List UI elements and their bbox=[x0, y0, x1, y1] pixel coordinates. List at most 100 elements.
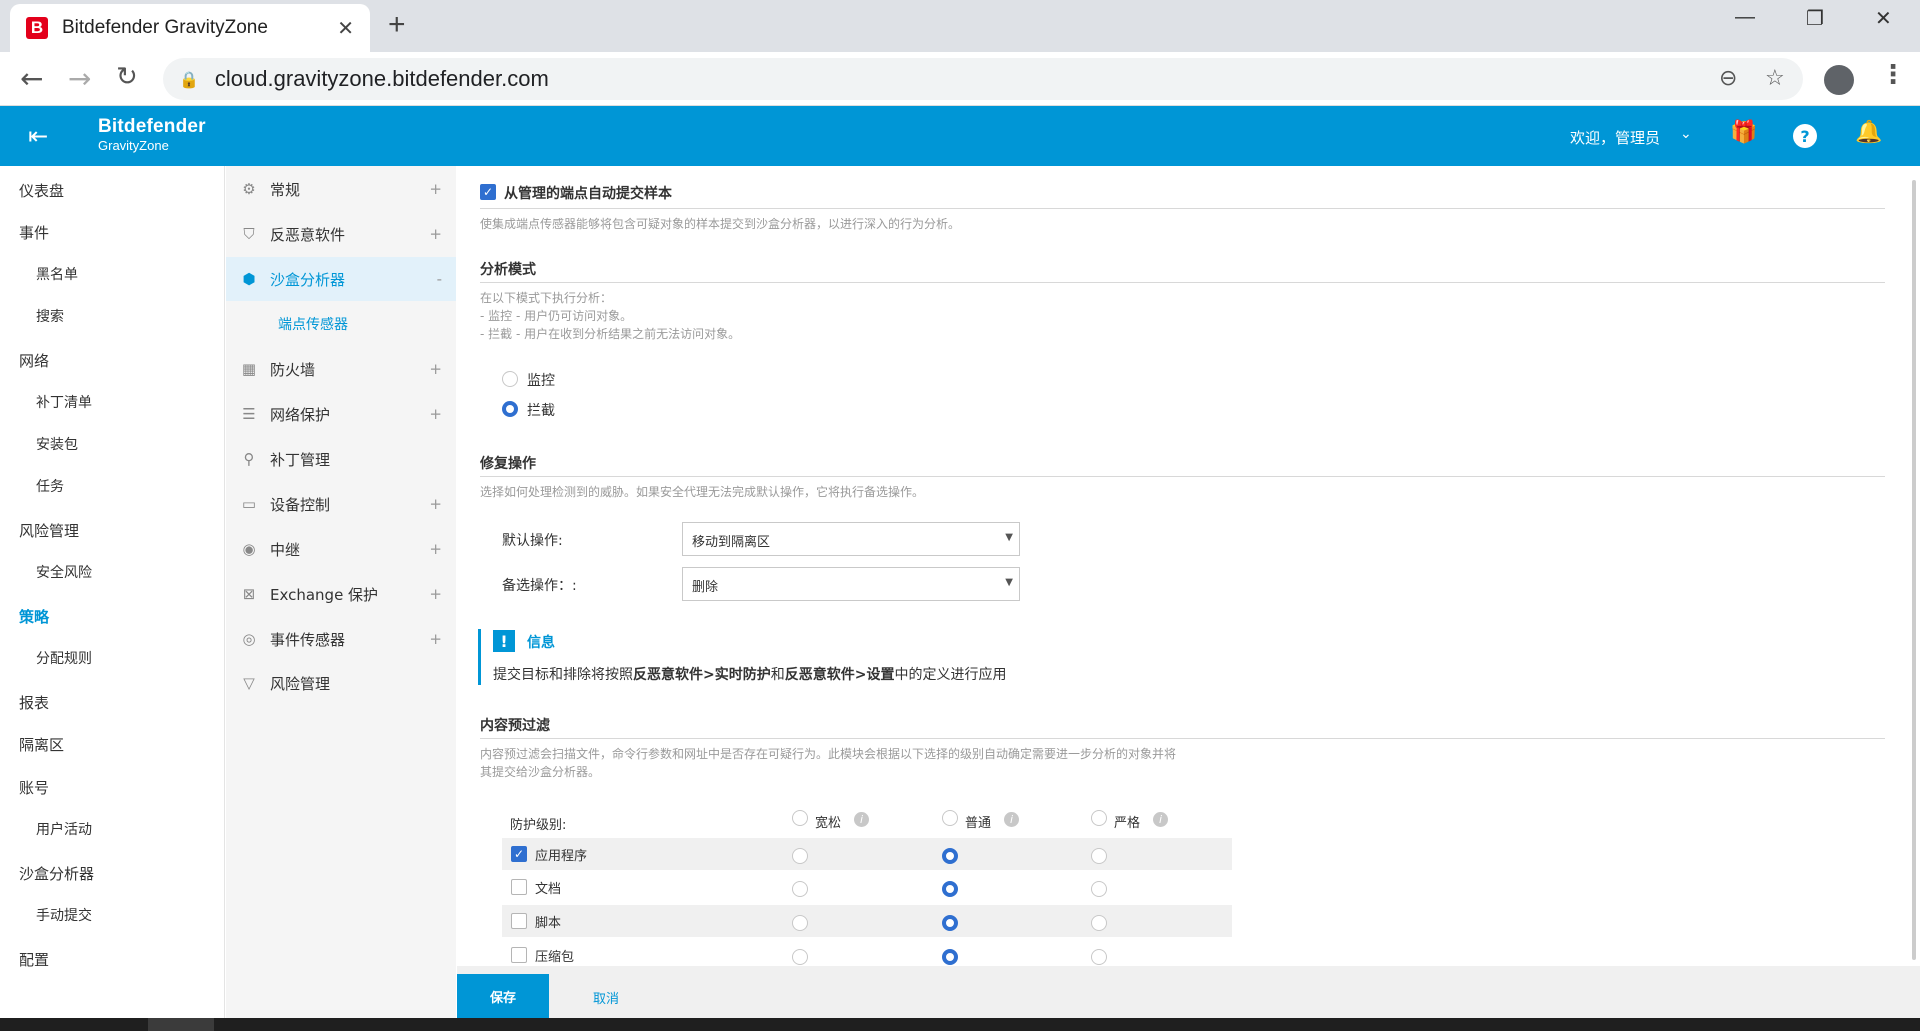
scripts-permissive-radio[interactable] bbox=[792, 915, 808, 931]
expand-icon[interactable]: + bbox=[429, 630, 442, 648]
cancel-button[interactable]: 取消 bbox=[593, 988, 619, 1007]
section-general[interactable]: ⚙ 常规 + bbox=[226, 167, 456, 211]
nav-manual-submission[interactable]: 手动提交 bbox=[36, 905, 92, 925]
save-button[interactable]: 保存 bbox=[457, 974, 549, 1018]
nav-dashboard[interactable]: 仪表盘 bbox=[19, 180, 64, 201]
nav-network[interactable]: 网络 bbox=[19, 350, 49, 371]
tab-close-icon[interactable]: ✕ bbox=[337, 16, 354, 40]
scripts-aggressive-radio[interactable] bbox=[1091, 915, 1107, 931]
bookmark-star-icon[interactable]: ☆ bbox=[1765, 66, 1785, 91]
back-icon[interactable]: ← bbox=[20, 62, 43, 95]
fallback-action-select[interactable]: 删除 ▼ bbox=[682, 567, 1020, 601]
nav-reports[interactable]: 报表 bbox=[19, 692, 49, 713]
applications-normal-radio[interactable] bbox=[942, 848, 958, 864]
documents-normal-radio[interactable] bbox=[942, 881, 958, 897]
nav-blocklist[interactable]: 黑名单 bbox=[36, 264, 78, 284]
analysis-mode-desc-1: 在以下模式下执行分析： bbox=[480, 291, 613, 305]
menu-collapse-icon[interactable]: ⇤ bbox=[28, 122, 48, 150]
profile-avatar-icon[interactable] bbox=[1824, 65, 1854, 95]
section-risk-management[interactable]: ▽ 风险管理 bbox=[226, 661, 456, 705]
archives-permissive-radio[interactable] bbox=[792, 949, 808, 965]
section-firewall[interactable]: ▦ 防火墙 + bbox=[226, 347, 456, 391]
scripts-checkbox[interactable] bbox=[511, 913, 527, 929]
browser-tab[interactable]: B Bitdefender GravityZone ✕ bbox=[10, 4, 370, 52]
archives-normal-radio[interactable] bbox=[942, 949, 958, 965]
nav-incidents[interactable]: 事件 bbox=[19, 222, 49, 243]
section-device-control[interactable]: ▭ 设备控制 + bbox=[226, 482, 456, 526]
documents-permissive-radio[interactable] bbox=[792, 881, 808, 897]
chevron-down-icon[interactable]: ⌄ bbox=[1680, 126, 1692, 142]
level-aggressive-radio[interactable] bbox=[1091, 810, 1107, 826]
collapse-icon[interactable]: - bbox=[437, 270, 442, 288]
zoom-icon[interactable]: ⊖ bbox=[1719, 66, 1737, 91]
main-nav: 仪表盘 事件 黑名单 搜索 网络 补丁清单 安装包 任务 风险管理 安全风险 策… bbox=[0, 166, 225, 1018]
nav-security-risks[interactable]: 安全风险 bbox=[36, 562, 92, 582]
restore-icon[interactable]: ❐ bbox=[1806, 6, 1824, 31]
default-action-select[interactable]: 移动到隔离区 ▼ bbox=[682, 522, 1020, 556]
section-patch-management[interactable]: ⚲ 补丁管理 bbox=[226, 437, 456, 481]
info-icon: ! bbox=[493, 630, 515, 652]
expand-icon[interactable]: + bbox=[429, 540, 442, 558]
level-normal-radio[interactable] bbox=[942, 810, 958, 826]
help-icon[interactable]: ? bbox=[1793, 124, 1817, 148]
archives-checkbox[interactable] bbox=[511, 947, 527, 963]
logo[interactable]: Bitdefender GravityZone bbox=[98, 116, 206, 153]
help-icon[interactable]: i bbox=[1004, 812, 1019, 827]
shield-icon: ⛉ bbox=[243, 225, 255, 243]
gift-icon[interactable]: 🎁 bbox=[1730, 120, 1757, 145]
forward-icon[interactable]: → bbox=[68, 62, 91, 95]
nav-search[interactable]: 搜索 bbox=[36, 306, 64, 326]
section-sandbox-analyzer[interactable]: ⬢ 沙盒分析器 - bbox=[226, 257, 456, 301]
nav-patch-inventory[interactable]: 补丁清单 bbox=[36, 392, 92, 412]
nav-packages[interactable]: 安装包 bbox=[36, 434, 78, 454]
nav-configuration[interactable]: 配置 bbox=[19, 949, 49, 970]
content-scrollbar[interactable] bbox=[1912, 180, 1916, 960]
nav-quarantine[interactable]: 隔离区 bbox=[19, 734, 64, 755]
level-permissive-radio[interactable] bbox=[792, 810, 808, 826]
applications-checkbox[interactable]: ✓ bbox=[511, 846, 527, 862]
address-bar[interactable]: 🔒 cloud.gravityzone.bitdefender.com ⊖ ☆ bbox=[163, 58, 1803, 100]
monitor-radio[interactable] bbox=[502, 371, 518, 387]
auto-submit-checkbox[interactable]: ✓ bbox=[480, 184, 496, 200]
section-relay[interactable]: ◉ 中继 + bbox=[226, 527, 456, 571]
expand-icon[interactable]: + bbox=[429, 180, 442, 198]
section-antimalware[interactable]: ⛉ 反恶意软件 + bbox=[226, 212, 456, 256]
expand-icon[interactable]: + bbox=[429, 360, 442, 378]
expand-icon[interactable]: + bbox=[429, 225, 442, 243]
taskbar-active-app[interactable] bbox=[148, 1018, 214, 1031]
expand-icon[interactable]: + bbox=[429, 495, 442, 513]
nav-sandbox-analyzer[interactable]: 沙盒分析器 bbox=[19, 863, 94, 884]
subsection-endpoint-sensor[interactable]: 端点传感器 bbox=[278, 314, 348, 334]
scripts-label: 脚本 bbox=[535, 916, 562, 931]
section-exchange-protection[interactable]: ⊠ Exchange 保护 + bbox=[226, 572, 456, 616]
nav-accounts[interactable]: 账号 bbox=[19, 777, 49, 798]
bandage-icon: ⚲ bbox=[243, 450, 255, 468]
nav-tasks[interactable]: 任务 bbox=[36, 476, 64, 496]
section-network-protection[interactable]: ☰ 网络保护 + bbox=[226, 392, 456, 436]
applications-permissive-radio[interactable] bbox=[792, 848, 808, 864]
expand-icon[interactable]: + bbox=[429, 585, 442, 603]
help-icon[interactable]: i bbox=[1153, 812, 1168, 827]
minimize-icon[interactable]: — bbox=[1735, 6, 1755, 29]
applications-aggressive-radio[interactable] bbox=[1091, 848, 1107, 864]
documents-aggressive-radio[interactable] bbox=[1091, 881, 1107, 897]
nav-user-activity[interactable]: 用户活动 bbox=[36, 819, 92, 839]
nav-risk-management[interactable]: 风险管理 bbox=[19, 520, 79, 541]
nav-policies[interactable]: 策略 bbox=[19, 606, 49, 627]
browser-tabbar: B Bitdefender GravityZone ✕ + — ❐ ✕ bbox=[0, 0, 1920, 52]
scripts-normal-radio[interactable] bbox=[942, 915, 958, 931]
new-tab-icon[interactable]: + bbox=[388, 8, 406, 42]
welcome-user[interactable]: 欢迎，管理员 bbox=[1570, 127, 1660, 148]
section-incident-sensor[interactable]: ◎ 事件传感器 + bbox=[226, 617, 456, 661]
bell-icon[interactable]: 🔔 bbox=[1855, 120, 1882, 145]
window-close-icon[interactable]: ✕ bbox=[1875, 6, 1892, 31]
reload-icon[interactable]: ↻ bbox=[116, 62, 138, 92]
documents-checkbox[interactable] bbox=[511, 879, 527, 895]
expand-icon[interactable]: + bbox=[429, 405, 442, 423]
relay-icon: ◉ bbox=[242, 540, 256, 558]
archives-aggressive-radio[interactable] bbox=[1091, 949, 1107, 965]
nav-assignment-rules[interactable]: 分配规则 bbox=[36, 648, 92, 668]
block-radio[interactable] bbox=[502, 401, 518, 417]
browser-menu-icon[interactable]: ⋮ bbox=[1880, 60, 1906, 90]
help-icon[interactable]: i bbox=[854, 812, 869, 827]
